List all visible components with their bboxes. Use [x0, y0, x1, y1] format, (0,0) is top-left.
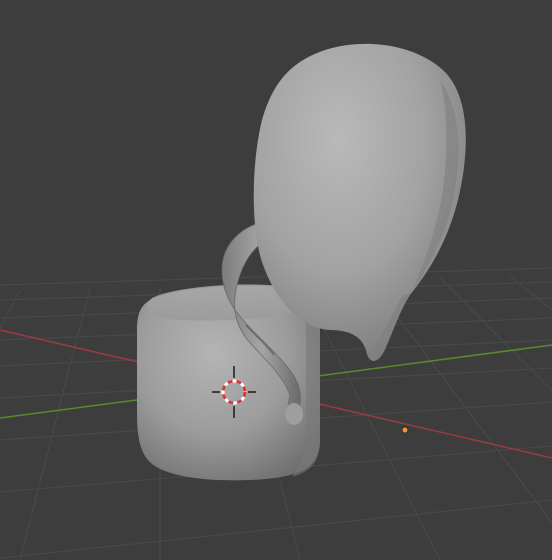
- object-origin-dot[interactable]: [401, 426, 409, 434]
- 3d-viewport[interactable]: [0, 0, 552, 560]
- viewport-canvas[interactable]: [0, 0, 552, 560]
